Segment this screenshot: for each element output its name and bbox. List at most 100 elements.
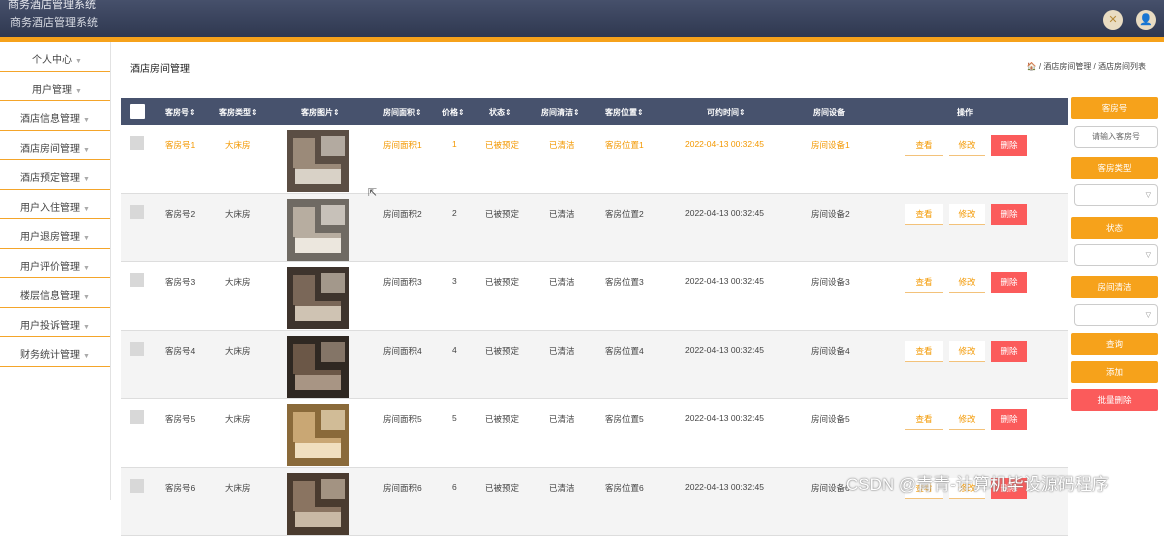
col-room-type[interactable]: 客房类型⇕ <box>219 107 258 118</box>
delete-button[interactable]: 删除 <box>991 135 1027 156</box>
user-icon[interactable]: 👤 <box>1136 10 1156 30</box>
query-button[interactable]: 查询 <box>1071 333 1158 355</box>
cell-time: 2022-04-13 00:32:45 <box>685 413 764 423</box>
cell-equip: 房间设备3 <box>811 276 850 288</box>
edit-button[interactable]: 修改 <box>949 135 985 156</box>
cell-area: 房间面积5 <box>383 413 422 425</box>
chevron-down-icon: ▼ <box>83 235 90 242</box>
room-image[interactable] <box>287 199 349 261</box>
room-image[interactable] <box>287 130 349 192</box>
room-type-select[interactable]: ▽ <box>1074 184 1158 206</box>
col-position[interactable]: 客房位置⇕ <box>605 107 644 118</box>
view-button[interactable]: 查看 <box>905 341 943 362</box>
table-row[interactable]: 客房号2大床房房间面积22已被预定已清洁客房位置22022-04-13 00:3… <box>121 194 1068 263</box>
chevron-down-icon: ▼ <box>83 324 90 331</box>
col-clean[interactable]: 房间清洁⇕ <box>541 107 580 118</box>
edit-button[interactable]: 修改 <box>949 204 985 225</box>
clean-select[interactable]: ▽ <box>1074 304 1158 326</box>
view-button[interactable]: 查看 <box>905 204 943 225</box>
room-no-input[interactable]: 请输入客房号 <box>1074 126 1158 148</box>
chevron-down-icon: ▼ <box>83 265 90 272</box>
delete-button[interactable]: 删除 <box>991 204 1027 225</box>
cell-clean: 已清洁 <box>549 139 575 151</box>
sidebar: 个人中心▼ 用户管理▼ 酒店信息管理▼ 酒店房间管理▼ 酒店预定管理▼ 用户入住… <box>0 42 111 500</box>
col-room-image[interactable]: 客房图片⇕ <box>301 107 340 118</box>
col-equipment[interactable]: 房间设备 <box>813 107 845 118</box>
sidebar-item-users[interactable]: 用户管理▼ <box>0 72 110 102</box>
cell-type: 大床房 <box>225 413 251 425</box>
edit-button[interactable]: 修改 <box>949 272 985 293</box>
delete-button[interactable]: 删除 <box>991 272 1027 293</box>
sidebar-item-finance[interactable]: 财务统计管理▼ <box>0 337 110 367</box>
cell-price: 4 <box>452 345 457 355</box>
chevron-down-icon: ▼ <box>83 176 90 183</box>
col-time[interactable]: 可约时间⇕ <box>707 107 746 118</box>
view-button[interactable]: 查看 <box>905 135 943 156</box>
col-actions: 操作 <box>957 107 973 118</box>
row-checkbox[interactable] <box>130 205 144 219</box>
delete-button[interactable]: 删除 <box>991 341 1027 362</box>
breadcrumb[interactable]: 🏠 / 酒店房间管理 / 酒店房间列表 <box>1027 61 1146 72</box>
table-row[interactable]: 客房号4大床房房间面积44已被预定已清洁客房位置42022-04-13 00:3… <box>121 331 1068 400</box>
sidebar-item-complaints[interactable]: 用户投诉管理▼ <box>0 308 110 338</box>
sidebar-item-hotel-info[interactable]: 酒店信息管理▼ <box>0 101 110 131</box>
cell-status: 已被预定 <box>485 413 519 425</box>
add-button[interactable]: 添加 <box>1071 361 1158 383</box>
col-room-no[interactable]: 客房号⇕ <box>165 107 196 118</box>
cell-clean: 已清洁 <box>549 413 575 425</box>
row-checkbox[interactable] <box>130 273 144 287</box>
clean-label: 房间清洁 <box>1071 276 1158 298</box>
page-title: 酒店房间管理 <box>130 60 190 75</box>
delete-button[interactable]: 删除 <box>991 409 1027 430</box>
cell-time: 2022-04-13 00:32:45 <box>685 345 764 355</box>
header-accent-bar <box>0 37 1164 42</box>
room-image[interactable] <box>287 267 349 329</box>
row-checkbox[interactable] <box>130 136 144 150</box>
status-select[interactable]: ▽ <box>1074 244 1158 266</box>
table-row[interactable]: 客房号1大床房房间面积11已被预定已清洁客房位置12022-04-13 00:3… <box>121 125 1068 194</box>
room-image[interactable] <box>287 473 349 535</box>
view-button[interactable]: 查看 <box>905 409 943 430</box>
view-button[interactable]: 查看 <box>905 272 943 293</box>
system-title: 商务酒店管理系统 <box>8 0 96 12</box>
cell-status: 已被预定 <box>485 208 519 220</box>
col-price[interactable]: 价格⇕ <box>442 107 465 118</box>
cell-time: 2022-04-13 00:32:45 <box>685 208 764 218</box>
sidebar-item-checkout[interactable]: 用户退房管理▼ <box>0 219 110 249</box>
batch-delete-button[interactable]: 批量删除 <box>1071 389 1158 411</box>
cell-price: 2 <box>452 208 457 218</box>
cell-equip: 房间设备6 <box>811 482 850 494</box>
select-all-checkbox[interactable] <box>130 104 145 119</box>
table-row[interactable]: 客房号5大床房房间面积55已被预定已清洁客房位置52022-04-13 00:3… <box>121 399 1068 468</box>
cell-clean: 已清洁 <box>549 482 575 494</box>
cell-price: 3 <box>452 276 457 286</box>
close-icon[interactable]: ✕ <box>1103 10 1123 30</box>
row-checkbox[interactable] <box>130 342 144 356</box>
edit-button[interactable]: 修改 <box>949 409 985 430</box>
sidebar-item-reviews[interactable]: 用户评价管理▼ <box>0 249 110 279</box>
cell-time: 2022-04-13 00:32:45 <box>685 482 764 492</box>
room-image[interactable] <box>287 336 349 398</box>
sidebar-item-hotel-rooms[interactable]: 酒店房间管理▼ <box>0 131 110 161</box>
chevron-down-icon: ▼ <box>83 147 90 154</box>
col-status[interactable]: 状态⇕ <box>489 107 512 118</box>
sidebar-item-floors[interactable]: 楼层信息管理▼ <box>0 278 110 308</box>
room-image[interactable] <box>287 404 349 466</box>
row-checkbox[interactable] <box>130 410 144 424</box>
cell-type: 大床房 <box>225 482 251 494</box>
sidebar-item-checkin[interactable]: 用户入住管理▼ <box>0 190 110 220</box>
watermark: CSDN @青青-计算机毕设源码程序 <box>846 470 1109 495</box>
col-area[interactable]: 房间面积⇕ <box>383 107 422 118</box>
table-header: 客房号⇕ 客房类型⇕ 客房图片⇕ 房间面积⇕ 价格⇕ 状态⇕ 房间清洁⇕ 客房位… <box>121 98 1068 125</box>
row-checkbox[interactable] <box>130 479 144 493</box>
cell-type: 大床房 <box>225 276 251 288</box>
cell-clean: 已清洁 <box>549 208 575 220</box>
table-row[interactable]: 客房号3大床房房间面积33已被预定已清洁客房位置32022-04-13 00:3… <box>121 262 1068 331</box>
cell-status: 已被预定 <box>485 139 519 151</box>
cell-no: 客房号4 <box>165 345 195 357</box>
sidebar-item-personal-center[interactable]: 个人中心▼ <box>0 42 110 72</box>
cell-equip: 房间设备5 <box>811 413 850 425</box>
sidebar-item-hotel-booking[interactable]: 酒店预定管理▼ <box>0 160 110 190</box>
cell-clean: 已清洁 <box>549 276 575 288</box>
edit-button[interactable]: 修改 <box>949 341 985 362</box>
